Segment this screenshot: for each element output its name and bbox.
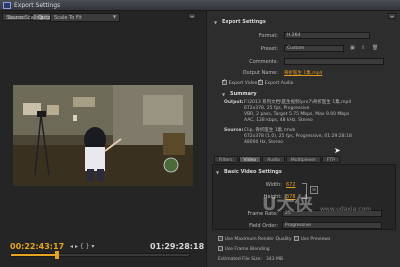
preset-dropdown[interactable]: Custom: [284, 45, 344, 52]
export-audio-checkbox-row[interactable]: Export Audio: [258, 80, 294, 87]
tab-ftp[interactable]: FTP: [321, 156, 340, 163]
duration-timecode: 01:29:28:18: [150, 242, 205, 251]
step-forward-icon[interactable]: ▸: [75, 243, 78, 250]
mark-out-icon[interactable]: }: [86, 243, 90, 250]
delete-preset-icon[interactable]: 🗑: [372, 45, 378, 51]
settings-tabs: Filters Video Audio Multiplexer FTP: [214, 156, 341, 163]
frame-blending-label: Use Frame Blending: [224, 247, 270, 252]
chevron-down-icon[interactable]: ▼: [216, 170, 219, 175]
mouse-cursor-icon: ➤: [334, 146, 341, 155]
watermark-logo: U大侠 www.udaxia.com: [262, 190, 392, 218]
format-dropdown[interactable]: H.264: [284, 32, 370, 39]
chevron-down-icon[interactable]: ▼: [214, 20, 217, 25]
video-preview: [13, 85, 193, 186]
panel-menu-icon[interactable]: ≡: [388, 13, 396, 19]
tab-filters[interactable]: Filters: [214, 156, 238, 163]
field-order-dropdown[interactable]: Progressive: [282, 222, 382, 229]
frame-blending-row[interactable]: Use Frame Blending: [218, 246, 270, 253]
tab-multiplexer[interactable]: Multiplexer: [285, 156, 321, 163]
summary-output-block: F:\2013 系列文档\医生视频\pro7\骨折医生 1集.mp4 672x3…: [244, 100, 392, 124]
export-settings-header: Export Settings: [222, 19, 266, 25]
export-audio-label: Export Audio: [264, 81, 294, 86]
playhead-handle[interactable]: [55, 251, 59, 259]
max-render-quality-row[interactable]: Use Maximum Render Quality: [218, 236, 292, 243]
title-bar: Export Settings: [0, 0, 400, 11]
format-label: Format:: [258, 33, 278, 39]
comments-field[interactable]: [284, 58, 384, 65]
field-order-label: Field Order:: [249, 223, 278, 229]
current-timecode[interactable]: 00:22:43:17: [10, 242, 64, 251]
tab-audio[interactable]: Audio: [262, 156, 285, 163]
max-render-quality-label: Use Maximum Render Quality: [224, 237, 292, 242]
save-preset-icon[interactable]: ▣: [350, 45, 355, 51]
summary-output-label: Output:: [224, 100, 244, 105]
source-scaling-label: Source Scaling:: [6, 15, 45, 21]
summary-source-block: Clip, 骨折医生 1集.rmvb 672x378 (1.0), 25 fps…: [244, 128, 392, 146]
tab-video[interactable]: Video: [238, 156, 262, 163]
watermark-url: www.udaxia.com: [320, 206, 371, 213]
output-name-label: Output Name:: [242, 70, 278, 76]
comments-label: Comments:: [249, 59, 278, 65]
estimated-file-size-label: Estimated File Size:: [218, 257, 262, 262]
width-label: Width:: [265, 182, 282, 188]
width-value[interactable]: 672: [286, 182, 296, 188]
output-name-link[interactable]: 骨折医生 1集.mp4: [284, 70, 322, 76]
export-video-checkbox-row[interactable]: Export Video: [222, 80, 257, 87]
app-icon: [3, 2, 11, 9]
timeline-scrubber[interactable]: [10, 253, 190, 257]
mark-in-icon[interactable]: {: [80, 243, 84, 250]
step-back-icon[interactable]: ◂: [70, 243, 73, 250]
chevron-down-icon[interactable]: ▼: [222, 92, 225, 97]
export-audio-checkbox[interactable]: [258, 80, 263, 85]
export-video-label: Export Video: [228, 81, 258, 86]
basic-video-settings-header: Basic Video Settings: [224, 169, 282, 175]
export-video-checkbox[interactable]: [222, 80, 227, 85]
preset-label: Preset:: [260, 46, 278, 52]
watermark-text: U大侠: [262, 194, 313, 215]
chevron-down-icon[interactable]: ▾: [91, 243, 94, 250]
preview-frame-image: [13, 85, 193, 186]
summary-source-label: Source:: [224, 128, 244, 133]
summary-output-line: AAC, 128 kbps, 48 kHz, Stereo: [244, 118, 313, 123]
use-previews-row[interactable]: Use Previews: [294, 236, 330, 243]
chevron-down-icon: ▼: [113, 14, 117, 19]
summary-header: Summary: [230, 91, 257, 97]
estimated-file-size-value: 343 MB: [266, 257, 283, 262]
import-preset-icon[interactable]: ⇪: [361, 45, 365, 51]
source-scaling-dropdown[interactable]: Scale To Fit: [50, 13, 120, 22]
use-previews-checkbox[interactable]: [294, 236, 299, 241]
transport-controls: ◂ ▸ { } ▾: [70, 243, 94, 250]
use-previews-label: Use Previews: [300, 237, 331, 242]
max-render-quality-checkbox[interactable]: [218, 236, 223, 241]
window-title: Export Settings: [14, 2, 61, 9]
frame-blending-checkbox[interactable]: [218, 246, 223, 251]
summary-source-line: 48000 Hz, Stereo: [244, 140, 284, 145]
timeline-progress: [11, 254, 56, 256]
panel-menu-icon[interactable]: ≡: [188, 13, 196, 19]
